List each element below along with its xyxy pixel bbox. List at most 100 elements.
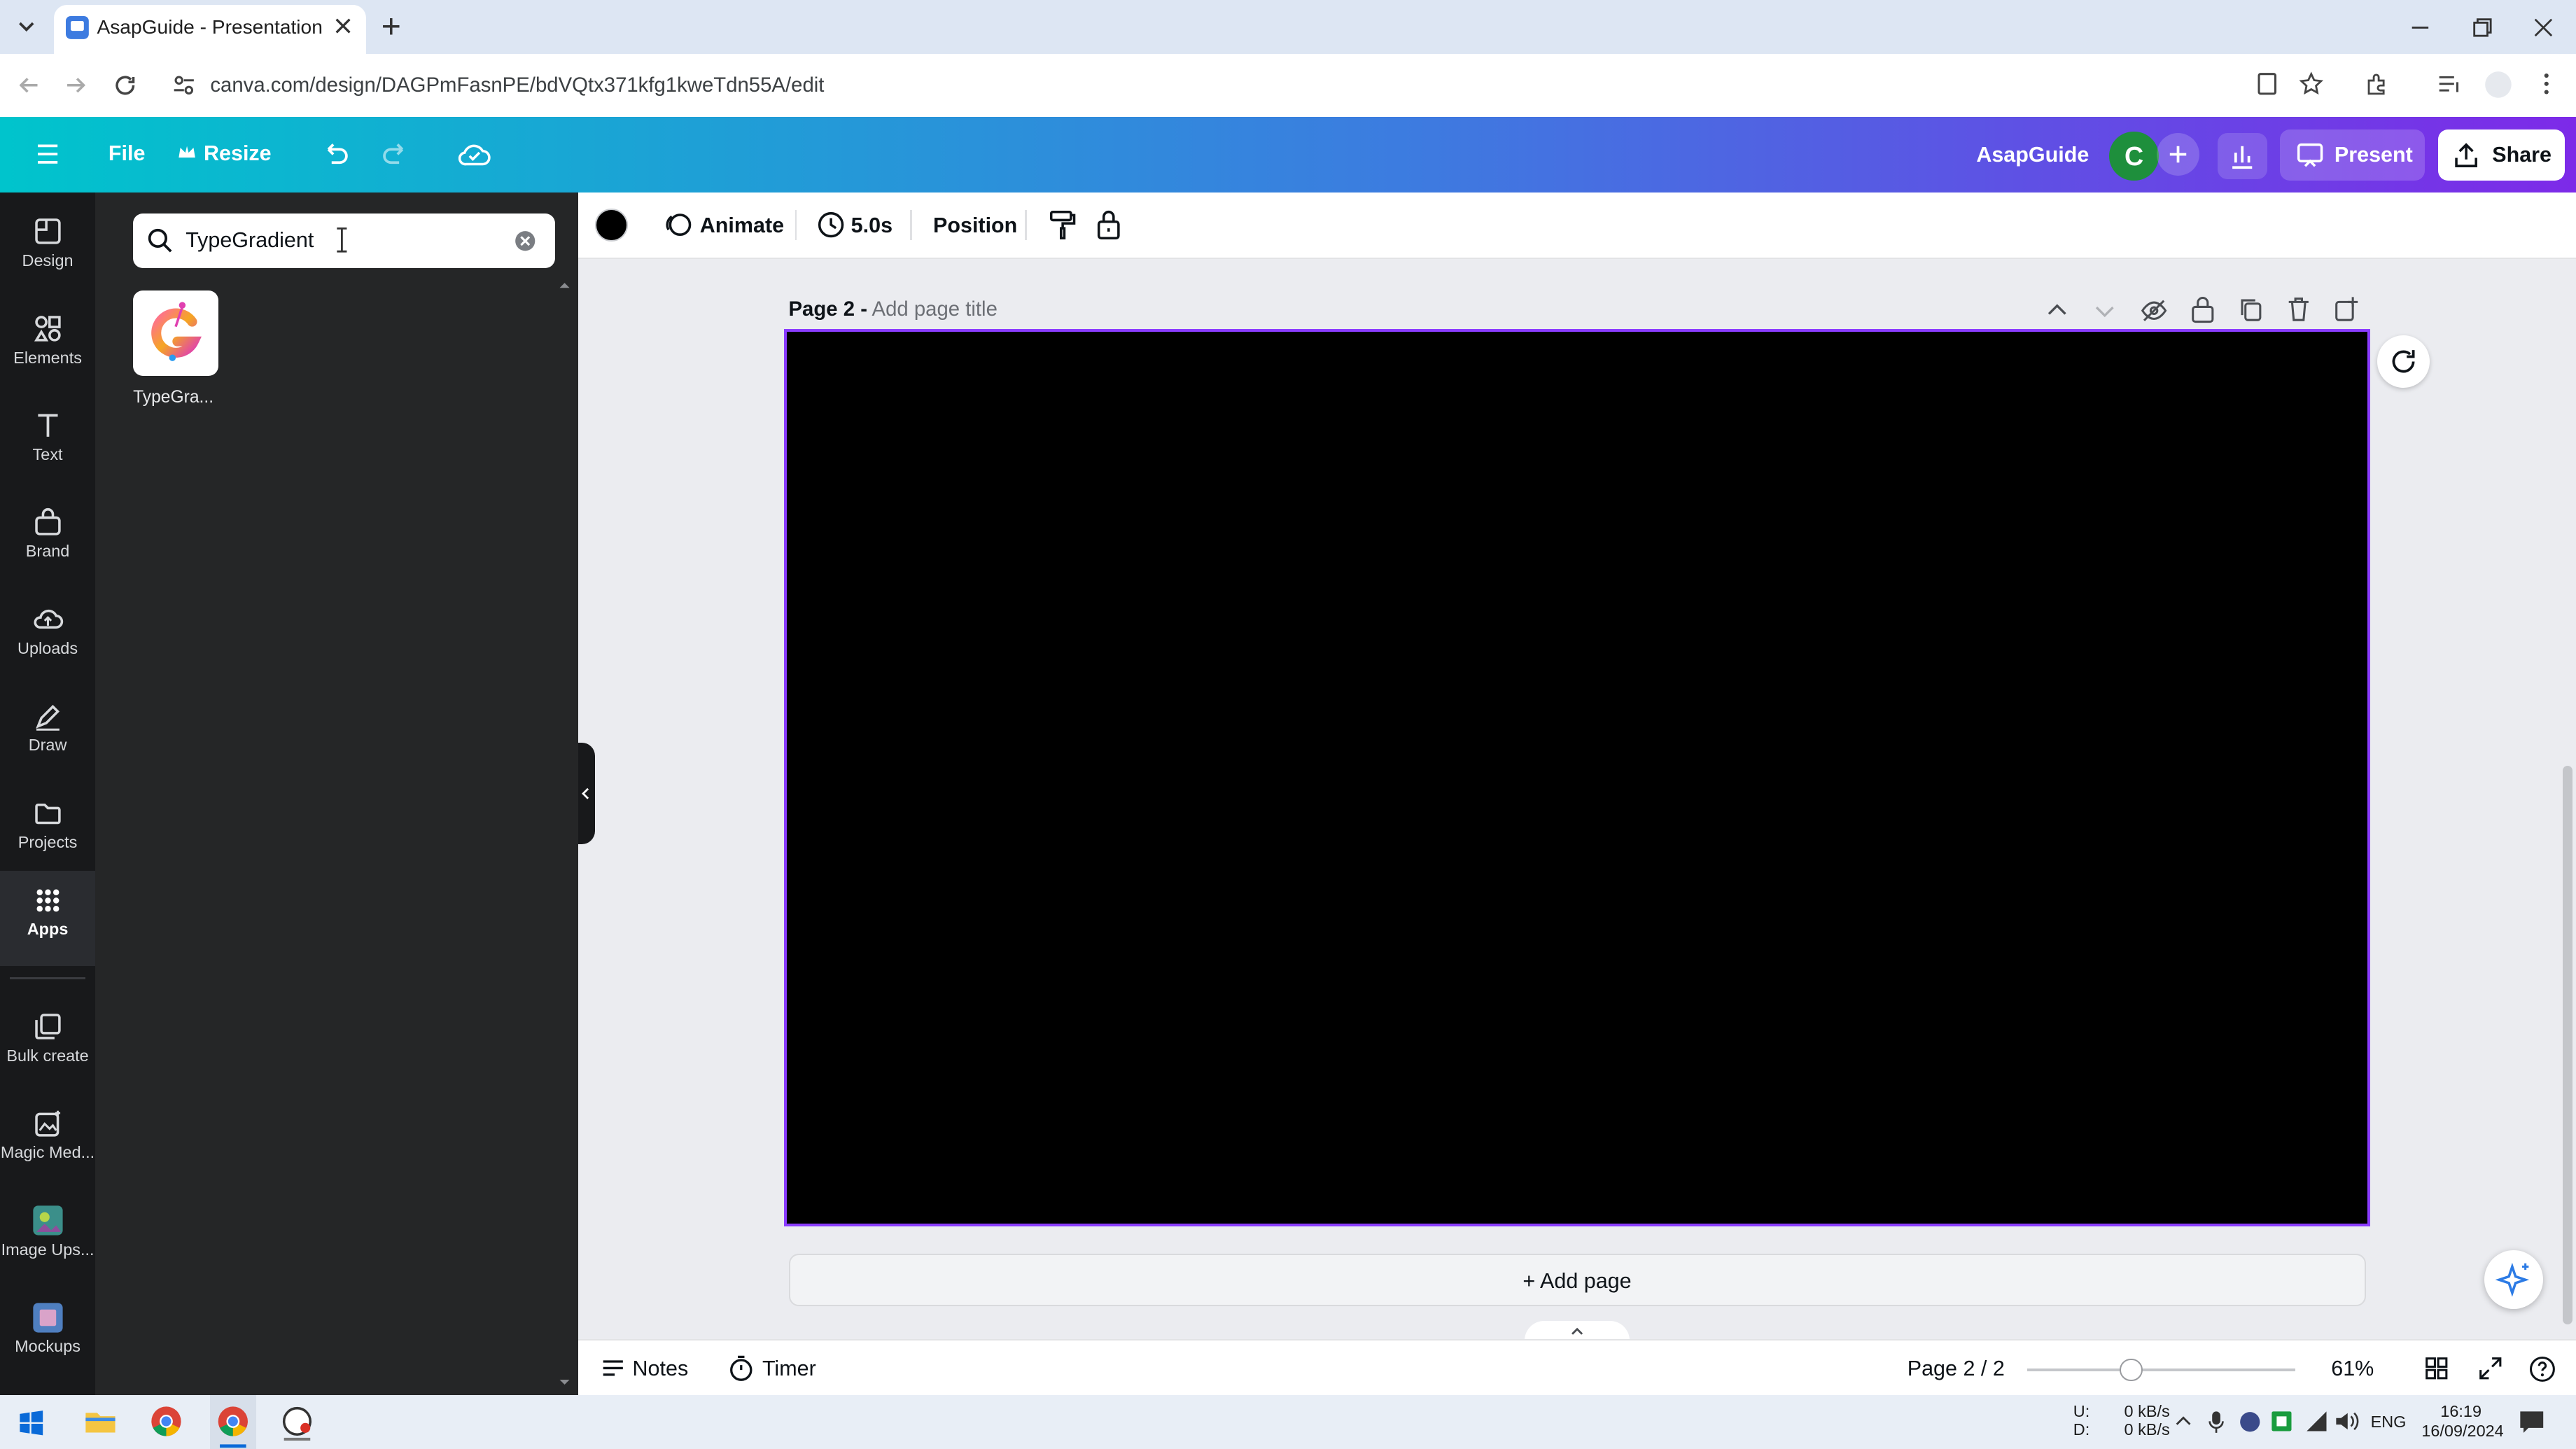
background-color-swatch[interactable] — [594, 209, 628, 241]
rail-item-projects[interactable]: Projects — [0, 787, 95, 878]
tab-title: AsapGuide - Presentation — [97, 16, 323, 38]
back-icon[interactable] — [16, 72, 43, 99]
duplicate-page-icon[interactable] — [2237, 295, 2264, 323]
canvas-scrollbar[interactable] — [2563, 765, 2573, 1324]
rail-item-design[interactable]: Design — [0, 205, 95, 297]
tab-list-chevron-icon[interactable] — [13, 13, 40, 40]
forward-icon[interactable] — [62, 72, 89, 99]
site-settings-icon[interactable] — [171, 72, 197, 99]
rail-item-apps[interactable]: Apps — [0, 870, 96, 966]
window-close-icon[interactable] — [2532, 16, 2555, 39]
rail-item-image-upscaler[interactable]: Image Ups... — [0, 1194, 95, 1286]
tray-green-app-icon[interactable] — [2270, 1410, 2293, 1433]
collapse-panel-handle[interactable] — [578, 742, 595, 845]
reload-icon[interactable] — [112, 72, 139, 99]
grid-view-icon[interactable] — [2423, 1355, 2450, 1382]
lock-page-icon[interactable] — [2190, 295, 2216, 323]
animate-button[interactable]: Animate — [700, 214, 784, 238]
zoom-slider-track[interactable] — [2027, 1358, 2295, 1382]
undo-icon[interactable] — [318, 138, 351, 171]
screen-recorder-icon[interactable] — [281, 1405, 314, 1441]
rail-item-mockups[interactable]: Mockups — [0, 1292, 95, 1383]
share-button[interactable]: Share — [2437, 130, 2565, 181]
lock-icon[interactable] — [1096, 209, 1122, 241]
present-button[interactable]: Present — [2280, 130, 2425, 181]
file-menu-button[interactable]: File — [108, 141, 146, 166]
browser-tab-active[interactable]: AsapGuide - Presentation — [54, 5, 367, 55]
typegradient-app-tile[interactable] — [133, 290, 219, 377]
rail-label: Image Ups... — [1, 1240, 94, 1259]
hide-page-icon[interactable] — [2139, 298, 2169, 324]
rail-item-elements[interactable]: Elements — [0, 302, 95, 394]
chrome-active-taskbar-button[interactable] — [210, 1394, 257, 1449]
page-indicator[interactable]: Page 2 / 2 — [1907, 1357, 2005, 1381]
animate-icon — [664, 210, 693, 239]
windows-start-icon[interactable] — [18, 1410, 45, 1436]
net-down-label: D: — [2073, 1420, 2090, 1439]
resize-button[interactable]: Resize — [204, 141, 272, 166]
toolbar-divider — [910, 210, 912, 240]
position-button[interactable]: Position — [933, 214, 1017, 238]
browser-menu-icon[interactable] — [2533, 71, 2560, 97]
redo-icon[interactable] — [379, 138, 412, 171]
zoom-level[interactable]: 61% — [2331, 1357, 2374, 1381]
timer-button[interactable]: Timer — [762, 1357, 816, 1381]
team-name-link[interactable]: AsapGuide — [1976, 143, 2089, 167]
help-icon[interactable] — [2528, 1355, 2556, 1383]
present-icon — [2295, 141, 2325, 169]
rail-item-magic-media[interactable]: Magic Med... — [0, 1098, 95, 1189]
mockups-icon — [32, 1303, 63, 1333]
tab-close-icon[interactable] — [333, 16, 353, 36]
zoom-slider-thumb[interactable] — [2120, 1358, 2143, 1382]
add-page-button[interactable]: + Add page — [788, 1253, 2366, 1306]
fullscreen-icon[interactable] — [2477, 1355, 2504, 1382]
apps-search-input[interactable]: TypeGradient — [133, 214, 556, 268]
main-menu-icon[interactable] — [33, 139, 62, 169]
file-explorer-icon[interactable] — [84, 1406, 117, 1436]
add-collaborator-button[interactable] — [2157, 133, 2200, 176]
move-page-up-icon[interactable] — [2044, 298, 2071, 324]
notes-button[interactable]: Notes — [633, 1357, 689, 1381]
tray-app-icon[interactable] — [2239, 1411, 2261, 1433]
panel-scrollbar[interactable] — [557, 279, 572, 1388]
text-icon — [37, 414, 58, 438]
restore-icon[interactable] — [2471, 16, 2494, 39]
paint-roller-icon[interactable] — [1048, 209, 1077, 241]
move-page-down-icon[interactable] — [2092, 298, 2118, 324]
volume-icon[interactable] — [2334, 1410, 2359, 1433]
editor-footer: Notes Timer Page 2 / 2 61% — [578, 1338, 2576, 1396]
duration-button[interactable]: 5.0s — [851, 214, 892, 238]
address-bar-input[interactable]: canva.com/design/DAGPmFasnPE/bdVQtx371kf… — [210, 67, 2182, 104]
profile-avatar-icon[interactable] — [2484, 71, 2512, 99]
clear-search-icon[interactable] — [514, 230, 536, 252]
notifications-icon[interactable] — [2519, 1410, 2545, 1434]
tray-chevron-up-icon[interactable] — [2174, 1411, 2193, 1431]
typegradient-logo-icon — [151, 302, 202, 362]
expand-pages-tab[interactable] — [1524, 1320, 1630, 1341]
new-tab-icon[interactable] — [378, 13, 405, 40]
add-page-after-icon[interactable] — [2333, 295, 2360, 323]
rail-item-brand[interactable]: Brand — [0, 496, 95, 588]
design-page[interactable] — [784, 329, 2370, 1227]
media-controls-icon[interactable] — [2436, 71, 2463, 97]
minimize-icon[interactable] — [2409, 16, 2432, 39]
user-avatar[interactable]: C — [2109, 131, 2159, 181]
microphone-icon[interactable] — [2206, 1410, 2226, 1434]
magic-assistant-button[interactable] — [2484, 1250, 2543, 1310]
rail-item-text[interactable]: Text — [0, 399, 95, 491]
language-indicator[interactable]: ENG — [2371, 1413, 2407, 1432]
save-page-icon[interactable] — [2254, 71, 2281, 97]
extensions-icon[interactable] — [2364, 71, 2390, 97]
cloud-saved-icon[interactable] — [456, 138, 493, 171]
delete-page-icon[interactable] — [2286, 295, 2312, 323]
chrome-icon[interactable] — [150, 1405, 183, 1438]
rail-item-draw[interactable]: Draw — [0, 690, 95, 782]
page-title-input[interactable]: Add page title — [872, 298, 997, 321]
bookmark-star-icon[interactable] — [2298, 71, 2325, 97]
refresh-page-button[interactable] — [2376, 335, 2430, 388]
rail-item-bulk-create[interactable]: Bulk create — [0, 1000, 95, 1092]
insights-button[interactable] — [2218, 133, 2267, 179]
wifi-icon[interactable] — [2305, 1410, 2330, 1433]
rail-item-uploads[interactable]: Uploads — [0, 593, 95, 685]
clock[interactable]: 16:19 16/09/2024 — [2421, 1401, 2503, 1441]
